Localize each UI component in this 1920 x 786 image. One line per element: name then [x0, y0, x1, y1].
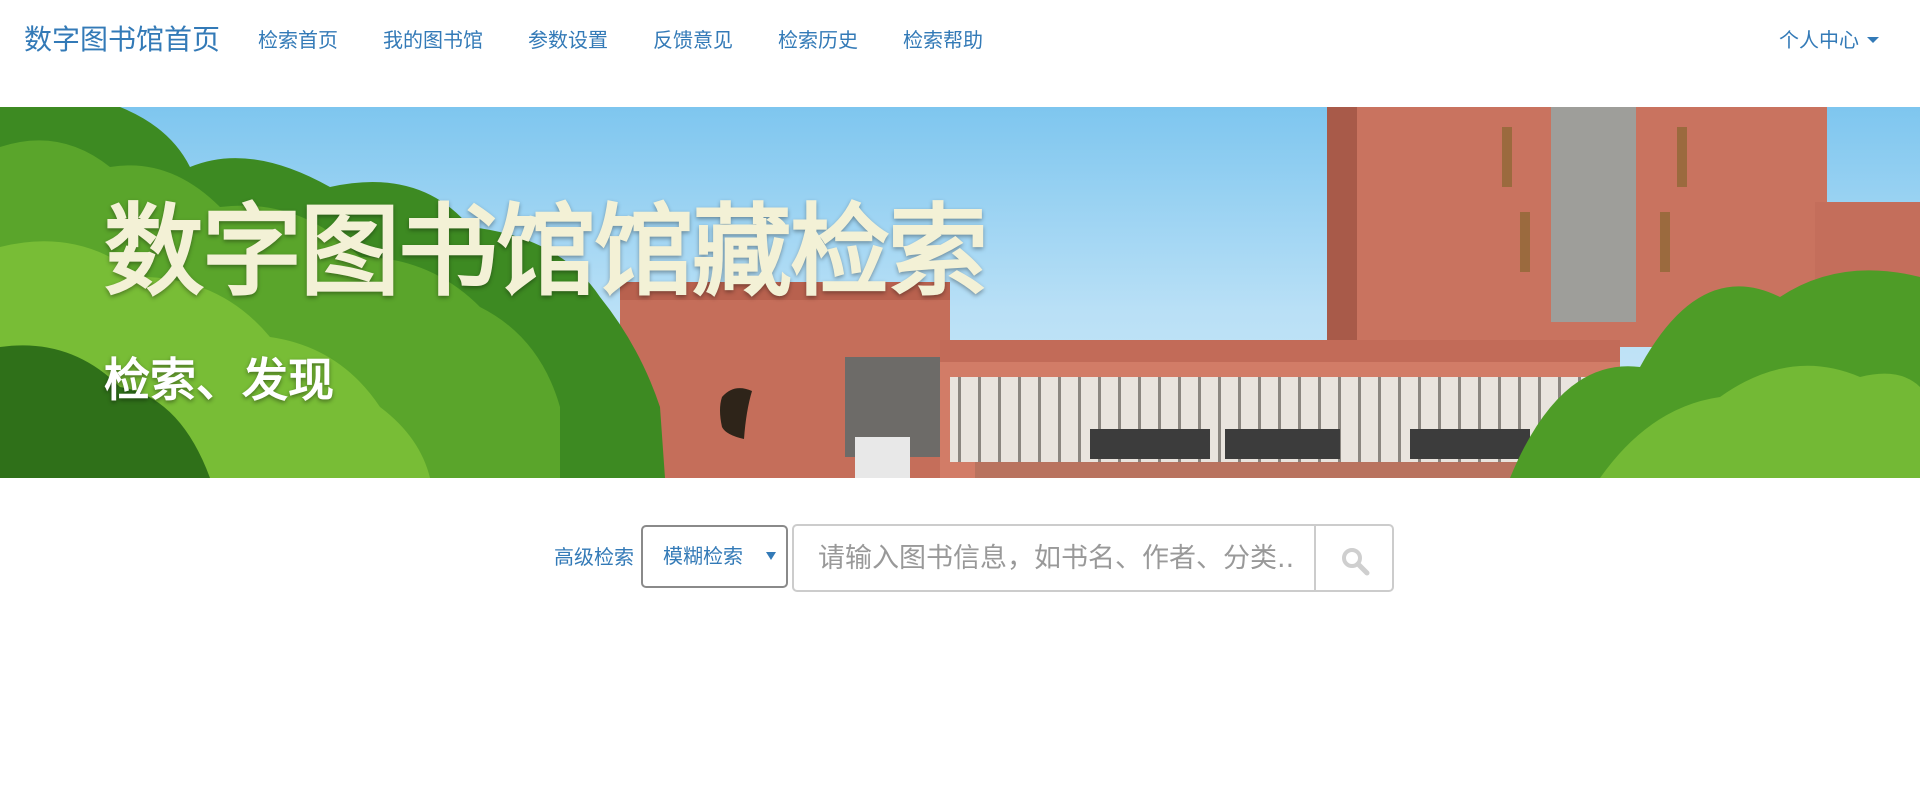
caret-down-icon	[1867, 36, 1879, 43]
nav-links: 检索首页 我的图书馆 参数设置 反馈意见 检索历史 检索帮助	[258, 24, 1028, 53]
banner-title: 数字图书馆馆藏检索	[104, 193, 988, 310]
search-icon	[1342, 548, 1370, 576]
brand-home-link[interactable]: 数字图书馆首页	[24, 18, 220, 58]
search-bar: 高级检索 模糊检索	[554, 524, 1394, 592]
dropdown-arrow-icon	[766, 552, 776, 560]
hero-banner: 数字图书馆馆藏检索 检索、发现	[0, 107, 1920, 478]
nav-link-feedback[interactable]: 反馈意见	[653, 24, 733, 53]
banner-subtitle: 检索、发现	[104, 353, 334, 407]
search-mode-select[interactable]: 模糊检索	[641, 525, 788, 588]
nav-link-search-help[interactable]: 检索帮助	[903, 24, 983, 53]
nav-link-my-library[interactable]: 我的图书馆	[383, 24, 483, 53]
nav-link-search-history[interactable]: 检索历史	[778, 24, 858, 53]
top-navbar: 数字图书馆首页 检索首页 我的图书馆 参数设置 反馈意见 检索历史 检索帮助 个…	[0, 0, 1920, 107]
search-button[interactable]	[1316, 524, 1394, 592]
user-center-label: 个人中心	[1779, 28, 1859, 52]
nav-link-settings[interactable]: 参数设置	[528, 24, 608, 53]
search-input[interactable]	[792, 524, 1316, 592]
user-center-dropdown[interactable]: 个人中心	[1779, 24, 1879, 53]
nav-link-search-home[interactable]: 检索首页	[258, 24, 338, 53]
search-mode-value: 模糊检索	[663, 544, 743, 568]
advanced-search-link[interactable]: 高级检索	[554, 541, 634, 570]
